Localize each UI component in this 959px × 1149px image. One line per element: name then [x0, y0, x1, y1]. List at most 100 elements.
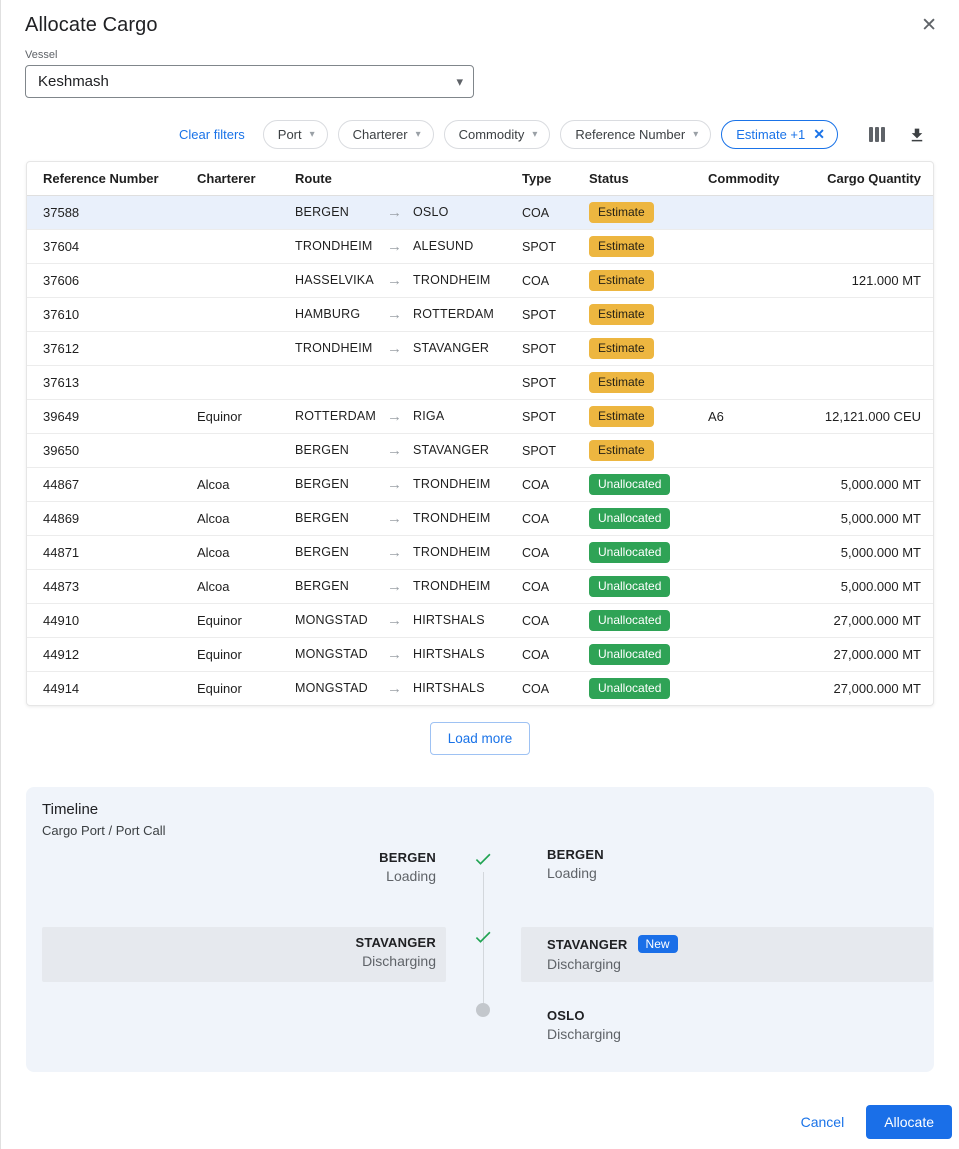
table-row[interactable]: 37612TRONDHEIM→STAVANGERSPOTEstimate	[27, 331, 934, 365]
col-type: Type	[506, 162, 573, 195]
cell-charterer	[181, 263, 279, 297]
status-badge: Unallocated	[589, 678, 670, 699]
allocate-button[interactable]: Allocate	[866, 1105, 952, 1139]
download-icon[interactable]	[906, 126, 928, 144]
table-row[interactable]: 37604TRONDHEIM→ALESUNDSPOTEstimate	[27, 229, 934, 263]
cell-type: COA	[506, 637, 573, 671]
filter-chip-estimate-active[interactable]: Estimate +1 ✕	[721, 120, 838, 149]
col-charterer: Charterer	[181, 162, 279, 195]
clear-filters-link[interactable]: Clear filters	[179, 127, 245, 142]
table-row[interactable]: 37588BERGEN→OSLOCOAEstimate	[27, 195, 934, 229]
arrow-right-icon: →	[387, 680, 413, 697]
cell-cargo-quantity: 27,000.000 MT	[808, 637, 934, 671]
filter-chip-port[interactable]: Port ▾	[263, 120, 328, 149]
cell-route: HASSELVIKA→TRONDHEIM	[279, 263, 506, 297]
status-badge: Estimate	[589, 270, 654, 291]
timeline-title: Timeline	[26, 787, 934, 818]
timeline-subtitle: Cargo Port / Port Call	[26, 818, 934, 838]
table-row[interactable]: 44914EquinorMONGSTAD→HIRTSHALSCOAUnalloc…	[27, 671, 934, 705]
modal-footer: Cancel Allocate	[1, 1105, 952, 1139]
cell-status: Estimate	[573, 195, 692, 229]
filter-chip-commodity[interactable]: Commodity ▾	[444, 120, 551, 149]
route-to-port: RIGA	[413, 409, 444, 423]
route-from-port: BERGEN	[295, 545, 387, 559]
table-row[interactable]: 44910EquinorMONGSTAD→HIRTSHALSCOAUnalloc…	[27, 603, 934, 637]
table-row[interactable]: 37606HASSELVIKA→TRONDHEIMCOAEstimate121.…	[27, 263, 934, 297]
vessel-select[interactable]: Keshmash ▾	[25, 65, 474, 98]
cell-status: Unallocated	[573, 467, 692, 501]
cell-charterer: Equinor	[181, 671, 279, 705]
route-to-port: TRONDHEIM	[413, 545, 491, 559]
cell-cargo-quantity: 27,000.000 MT	[808, 603, 934, 637]
type-value: COA	[522, 206, 549, 220]
type-value: COA	[522, 648, 549, 662]
table-row[interactable]: 37613SPOTEstimate	[27, 365, 934, 399]
type-value: COA	[522, 580, 549, 594]
cell-status: Estimate	[573, 297, 692, 331]
cell-status: Estimate	[573, 433, 692, 467]
table-row[interactable]: 39649EquinorROTTERDAM→RIGASPOTEstimateA6…	[27, 399, 934, 433]
filter-chip-label: Commodity	[459, 127, 525, 142]
close-icon[interactable]: ✕	[915, 14, 943, 37]
cell-status: Unallocated	[573, 671, 692, 705]
cell-commodity	[692, 331, 808, 365]
type-value: SPOT	[522, 444, 556, 458]
table-row[interactable]: 39650BERGEN→STAVANGERSPOTEstimate	[27, 433, 934, 467]
cancel-button[interactable]: Cancel	[785, 1106, 861, 1138]
cargo-table-body: 37588BERGEN→OSLOCOAEstimate37604TRONDHEI…	[27, 195, 934, 705]
check-icon	[473, 849, 493, 874]
columns-icon[interactable]	[866, 127, 888, 142]
table-row[interactable]: 44871AlcoaBERGEN→TRONDHEIMCOAUnallocated…	[27, 535, 934, 569]
cell-type: SPOT	[506, 229, 573, 263]
cell-commodity: A6	[692, 399, 808, 433]
filter-chip-charterer[interactable]: Charterer ▾	[338, 120, 434, 149]
cell-reference-number: 37612	[27, 331, 181, 365]
filter-chip-label: Reference Number	[575, 127, 685, 142]
route-to-port: TRONDHEIM	[413, 579, 491, 593]
filter-chip-reference-number[interactable]: Reference Number ▾	[560, 120, 711, 149]
cell-cargo-quantity	[808, 331, 934, 365]
load-more-button[interactable]: Load more	[430, 722, 531, 755]
cell-reference-number: 37604	[27, 229, 181, 263]
table-row[interactable]: 44869AlcoaBERGEN→TRONDHEIMCOAUnallocated…	[27, 501, 934, 535]
timeline-left-item-stavanger[interactable]: STAVANGER Discharging	[42, 927, 446, 982]
route-from-port: MONGSTAD	[295, 613, 387, 627]
cell-commodity	[692, 433, 808, 467]
route-from-port: MONGSTAD	[295, 681, 387, 695]
cell-status: Estimate	[573, 365, 692, 399]
table-row[interactable]: 37610HAMBURG→ROTTERDAMSPOTEstimate	[27, 297, 934, 331]
arrow-right-icon: →	[387, 544, 413, 561]
arrow-right-icon: →	[387, 476, 413, 493]
table-row[interactable]: 44873AlcoaBERGEN→TRONDHEIMCOAUnallocated…	[27, 569, 934, 603]
cell-charterer	[181, 331, 279, 365]
cell-commodity	[692, 467, 808, 501]
table-row[interactable]: 44867AlcoaBERGEN→TRONDHEIMCOAUnallocated…	[27, 467, 934, 501]
cell-commodity	[692, 263, 808, 297]
filter-chip-label: Estimate +1	[736, 127, 805, 142]
timeline-right-item-oslo: OSLO Discharging	[521, 1000, 933, 1042]
cell-type: SPOT	[506, 331, 573, 365]
timeline-left-item-bergen[interactable]: BERGEN Loading	[42, 842, 446, 892]
table-row[interactable]: 44912EquinorMONGSTAD→HIRTSHALSCOAUnalloc…	[27, 637, 934, 671]
route-to-port: STAVANGER	[413, 341, 489, 355]
cell-commodity	[692, 195, 808, 229]
close-icon[interactable]: ✕	[813, 126, 825, 143]
route-from-port: BERGEN	[295, 511, 387, 525]
cell-type: SPOT	[506, 365, 573, 399]
status-badge: Unallocated	[589, 474, 670, 495]
type-value: SPOT	[522, 308, 556, 322]
cell-reference-number: 44869	[27, 501, 181, 535]
cell-cargo-quantity	[808, 433, 934, 467]
chevron-down-icon: ▾	[532, 129, 537, 140]
cargo-table: Reference Number Charterer Route Type St…	[27, 162, 934, 705]
arrow-right-icon: →	[387, 204, 413, 221]
arrow-right-icon: →	[387, 238, 413, 255]
type-value: COA	[522, 682, 549, 696]
cell-route: BERGEN→TRONDHEIM	[279, 501, 506, 535]
status-badge: Estimate	[589, 202, 654, 223]
cell-reference-number: 44867	[27, 467, 181, 501]
route-from-port: TRONDHEIM	[295, 341, 387, 355]
cell-status: Unallocated	[573, 569, 692, 603]
cell-reference-number: 39649	[27, 399, 181, 433]
arrow-right-icon: →	[387, 646, 413, 663]
